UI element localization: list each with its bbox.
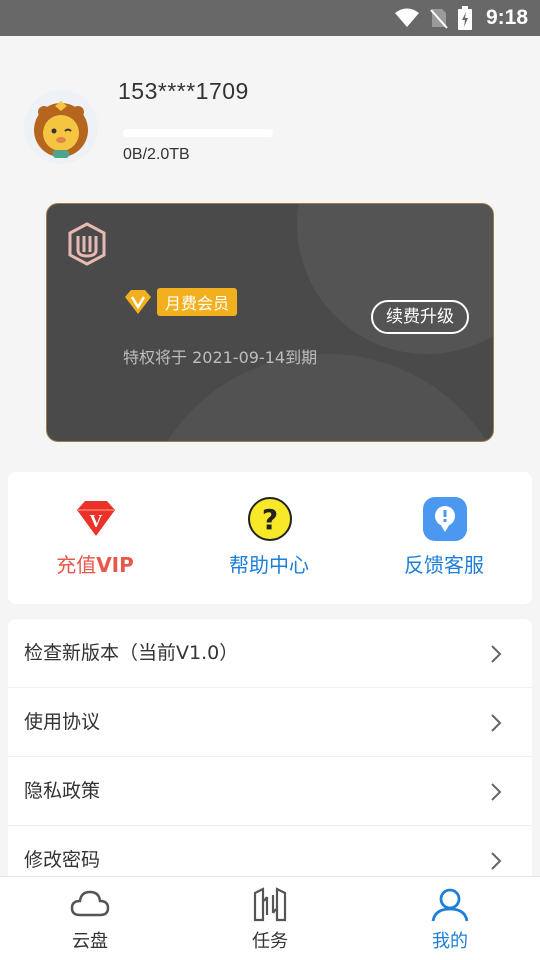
lion-avatar-icon (24, 90, 98, 164)
nav-mine[interactable]: 我的 (360, 877, 540, 960)
task-icon (253, 887, 287, 922)
check-update-item[interactable]: 检查新版本（当前V1.0） (8, 619, 532, 688)
feedback-service-button[interactable]: 反馈客服 (357, 472, 531, 604)
member-label: 月费会员 (157, 288, 238, 316)
avatar[interactable] (24, 90, 98, 164)
chevron-right-icon (491, 852, 502, 870)
diamond-v-icon: V (77, 501, 115, 536)
vip-diamond-icon (125, 290, 151, 314)
status-time: 9:18 (485, 6, 528, 29)
question-icon: ? (248, 497, 292, 541)
username: 153****1709 (118, 78, 249, 104)
feedback-service-label: 反馈客服 (404, 553, 484, 577)
svg-text:V: V (90, 511, 103, 531)
menu-item-label: 隐私政策 (24, 780, 101, 802)
recharge-vip-label: 充值VIP (56, 553, 134, 577)
chevron-right-icon (491, 645, 502, 663)
status-bar: 9:18 (0, 0, 540, 36)
storage-progress-bar (123, 129, 273, 137)
app-logo-icon (68, 222, 106, 266)
nav-tasks[interactable]: 任务 (180, 877, 360, 960)
expire-text: 特权将于 2021-09-14到期 (123, 348, 318, 367)
help-center-label: 帮助中心 (229, 553, 309, 577)
svg-text:?: ? (262, 503, 278, 536)
no-sim-icon (430, 9, 448, 29)
nav-label: 任务 (252, 931, 288, 952)
privacy-policy-item[interactable]: 隐私政策 (8, 757, 532, 826)
menu-item-label: 使用协议 (24, 711, 101, 733)
settings-menu: 检查新版本（当前V1.0） 使用协议 隐私政策 修改密码 (8, 619, 532, 895)
nav-cloud-disk[interactable]: 云盘 (0, 877, 180, 960)
storage-usage-text: 0B/2.0TB (123, 146, 190, 163)
cloud-icon (70, 890, 110, 917)
vip-card: 月费会员 特权将于 2021-09-14到期 续费升级 (46, 203, 494, 442)
user-icon (431, 888, 469, 922)
battery-charging-icon (457, 6, 472, 30)
nav-label: 云盘 (72, 931, 108, 952)
lightbulb-chat-icon (423, 497, 467, 541)
nav-label: 我的 (432, 931, 468, 952)
menu-item-label: 检查新版本（当前V1.0） (24, 642, 239, 664)
chevron-right-icon (491, 714, 502, 732)
chevron-right-icon (491, 783, 502, 801)
recharge-vip-button[interactable]: V 充值VIP (8, 472, 182, 604)
help-center-button[interactable]: ? 帮助中心 (182, 472, 356, 604)
renew-button[interactable]: 续费升级 (371, 300, 469, 334)
wifi-icon (394, 8, 419, 27)
bottom-nav: 云盘 任务 我的 (0, 876, 540, 960)
user-agreement-item[interactable]: 使用协议 (8, 688, 532, 757)
member-badge: 月费会员 (123, 288, 238, 316)
quick-actions: V 充值VIP ? 帮助中心 反馈客服 (8, 472, 532, 604)
